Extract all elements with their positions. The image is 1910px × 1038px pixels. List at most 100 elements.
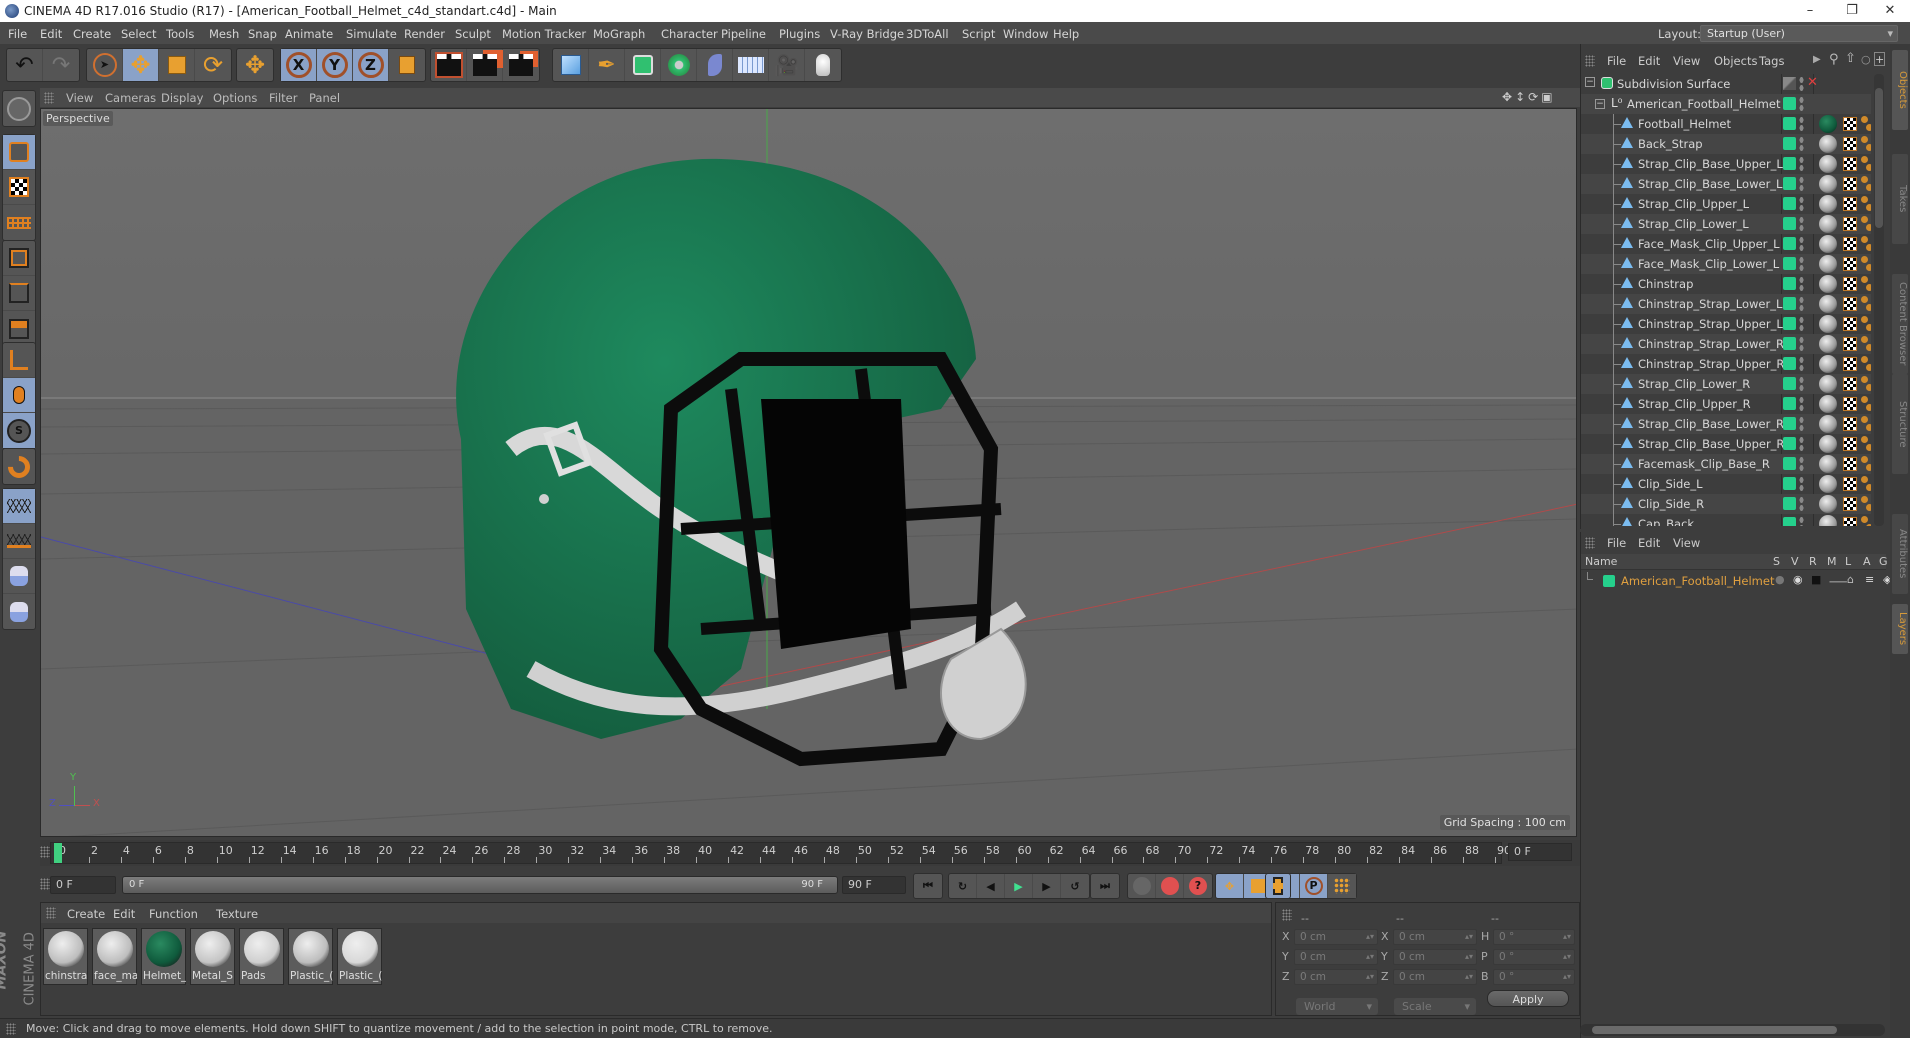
menu-3dtoall[interactable]: 3DToAll: [906, 27, 949, 41]
visibility-dots-icon[interactable]: [1799, 76, 1804, 92]
visibility-dots-icon[interactable]: [1799, 276, 1804, 292]
more-menu-arrow-icon[interactable]: ▶: [1813, 54, 1821, 65]
uvw-tag-icon[interactable]: [1843, 357, 1857, 371]
layer-color-icon[interactable]: [1783, 337, 1796, 350]
spinner-icon[interactable]: ▴▾: [1465, 950, 1473, 964]
restore-button[interactable]: ❐: [1832, 0, 1872, 22]
object-row-strap-clip-base-upper-l[interactable]: Strap_Clip_Base_Upper_L: [1581, 154, 1871, 174]
object-row-chinstrap-strap-lower-l[interactable]: Chinstrap_Strap_Lower_L: [1581, 294, 1871, 314]
visible-eye-icon[interactable]: ◉: [1793, 573, 1803, 586]
menu-snap[interactable]: Snap: [248, 27, 277, 41]
uvw-tag-icon[interactable]: [1843, 237, 1857, 251]
object-menu-objects[interactable]: Objects: [1714, 54, 1757, 68]
next-key-button[interactable]: ↺: [1061, 874, 1089, 898]
new-window-icon[interactable]: +: [1874, 52, 1885, 66]
material-tag-icon[interactable]: [1819, 135, 1837, 153]
object-row-chinstrap[interactable]: Chinstrap: [1581, 274, 1871, 294]
collapse-toggle-icon[interactable]: −: [1585, 77, 1595, 87]
start-frame-field[interactable]: 0 F: [50, 876, 116, 894]
layer-color-icon[interactable]: [1783, 197, 1796, 210]
layer-column-g[interactable]: G: [1879, 555, 1888, 568]
visibility-dots-icon[interactable]: [1799, 476, 1804, 492]
menu-mograph[interactable]: MoGraph: [593, 27, 645, 41]
visibility-dots-icon[interactable]: [1799, 316, 1804, 332]
phong-tag-icon[interactable]: [1861, 336, 1871, 352]
uvw-tag-icon[interactable]: [1843, 517, 1857, 526]
material-tag-icon[interactable]: [1819, 375, 1837, 393]
object-menu-view[interactable]: View: [1673, 54, 1700, 68]
visibility-dots-icon[interactable]: [1799, 96, 1804, 112]
layer-color-icon[interactable]: [1783, 437, 1796, 450]
phong-tag-icon[interactable]: [1861, 236, 1871, 252]
layer-color-icon[interactable]: [1783, 377, 1796, 390]
viewport-menu-display[interactable]: Display: [161, 91, 203, 105]
object-name[interactable]: Strap_Clip_Lower_L: [1638, 217, 1749, 231]
uvw-tag-icon[interactable]: [1843, 317, 1857, 331]
layer-color-icon[interactable]: [1783, 217, 1796, 230]
object-row-chinstrap-strap-upper-r[interactable]: Chinstrap_Strap_Upper_R: [1581, 354, 1871, 374]
layer-color-icon[interactable]: [1783, 97, 1796, 110]
phong-tag-icon[interactable]: [1861, 216, 1871, 232]
material-tag-icon[interactable]: [1819, 515, 1837, 526]
layer-color-icon[interactable]: [1783, 297, 1796, 310]
object-row-football-helmet[interactable]: Football_Helmet: [1581, 114, 1871, 134]
render-settings-button[interactable]: [503, 49, 539, 81]
menu-simulate[interactable]: Simulate: [346, 27, 397, 41]
light-button[interactable]: [805, 49, 841, 81]
spinner-icon[interactable]: ▴▾: [1563, 950, 1571, 964]
layer-column-a[interactable]: A: [1863, 555, 1871, 568]
object-name[interactable]: Strap_Clip_Base_Upper_L: [1638, 157, 1783, 171]
key-position-button[interactable]: ✥: [1216, 874, 1244, 898]
rotation-h-field[interactable]: 0 ° ▴▾: [1493, 929, 1575, 945]
object-name[interactable]: American_Football_Helmet: [1627, 97, 1780, 111]
object-name[interactable]: Strap_Clip_Upper_L: [1638, 197, 1749, 211]
spinner-icon[interactable]: ▴▾: [1366, 930, 1374, 944]
object-row-american-football-helmet[interactable]: − L⁰ American_Football_Helmet: [1581, 94, 1871, 114]
side-tab-takes[interactable]: Takes: [1892, 154, 1908, 244]
layer-color-icon[interactable]: [1783, 517, 1796, 526]
animation-icon[interactable]: ≡: [1865, 573, 1874, 586]
select-tool-button[interactable]: ➤: [87, 49, 123, 81]
material-tag-icon[interactable]: [1819, 195, 1837, 213]
tweak-mode-button[interactable]: [3, 378, 35, 413]
phong-tag-icon[interactable]: [1861, 396, 1871, 412]
panel-grip-icon[interactable]: [1585, 55, 1595, 67]
layer-color-icon[interactable]: [1783, 457, 1796, 470]
viewport-menu-panel[interactable]: Panel: [309, 91, 340, 105]
rotation-b-field[interactable]: 0 ° ▴▾: [1493, 969, 1575, 985]
object-row-face-mask-clip-lower-l[interactable]: Face_Mask_Clip_Lower_L: [1581, 254, 1871, 274]
layer-menu-edit[interactable]: Edit: [1638, 536, 1660, 550]
apply-button[interactable]: Apply: [1487, 990, 1569, 1007]
size-y-field[interactable]: 0 cm ▴▾: [1393, 949, 1477, 965]
layer-color-icon[interactable]: [1783, 277, 1796, 290]
visibility-dots-icon[interactable]: [1799, 116, 1804, 132]
material-tag-icon[interactable]: [1819, 435, 1837, 453]
key-pla-button[interactable]: [1328, 874, 1356, 898]
menu-script[interactable]: Script: [962, 27, 995, 41]
lock-icon[interactable]: ⌂: [1847, 573, 1854, 586]
zoom-view-icon[interactable]: ↕: [1515, 90, 1528, 104]
object-name[interactable]: Chinstrap_Strap_Lower_L: [1638, 297, 1782, 311]
pan-icon[interactable]: ✥: [1502, 90, 1515, 104]
key-parameter-button[interactable]: P: [1300, 874, 1328, 898]
collapse-toggle-icon[interactable]: −: [1595, 99, 1605, 109]
size-z-field[interactable]: 0 cm ▴▾: [1393, 969, 1477, 985]
menu-select[interactable]: Select: [121, 27, 156, 41]
layer-color-icon[interactable]: [1783, 257, 1796, 270]
uvw-tag-icon[interactable]: [1843, 417, 1857, 431]
phong-tag-icon[interactable]: [1861, 196, 1871, 212]
material-swatch[interactable]: Plastic_(: [337, 928, 382, 985]
side-tab-attributes[interactable]: Attributes: [1892, 514, 1908, 594]
coordinate-mode-dropdown[interactable]: Scale ▾: [1394, 998, 1476, 1015]
viewport-menu-view[interactable]: View: [66, 91, 93, 105]
cube-button[interactable]: [553, 49, 589, 81]
model-mode-button[interactable]: [3, 135, 35, 170]
scrollbar-thumb[interactable]: [1875, 88, 1883, 228]
uvw-tag-icon[interactable]: [1843, 477, 1857, 491]
visibility-dots-icon[interactable]: [1799, 196, 1804, 212]
panel-grip-icon[interactable]: [46, 907, 56, 919]
object-name[interactable]: Chinstrap_Strap_Upper_L: [1638, 317, 1783, 331]
snap-button[interactable]: [3, 449, 35, 484]
home-icon[interactable]: ⇧: [1845, 51, 1856, 66]
spinner-icon[interactable]: ▴▾: [1366, 970, 1374, 984]
